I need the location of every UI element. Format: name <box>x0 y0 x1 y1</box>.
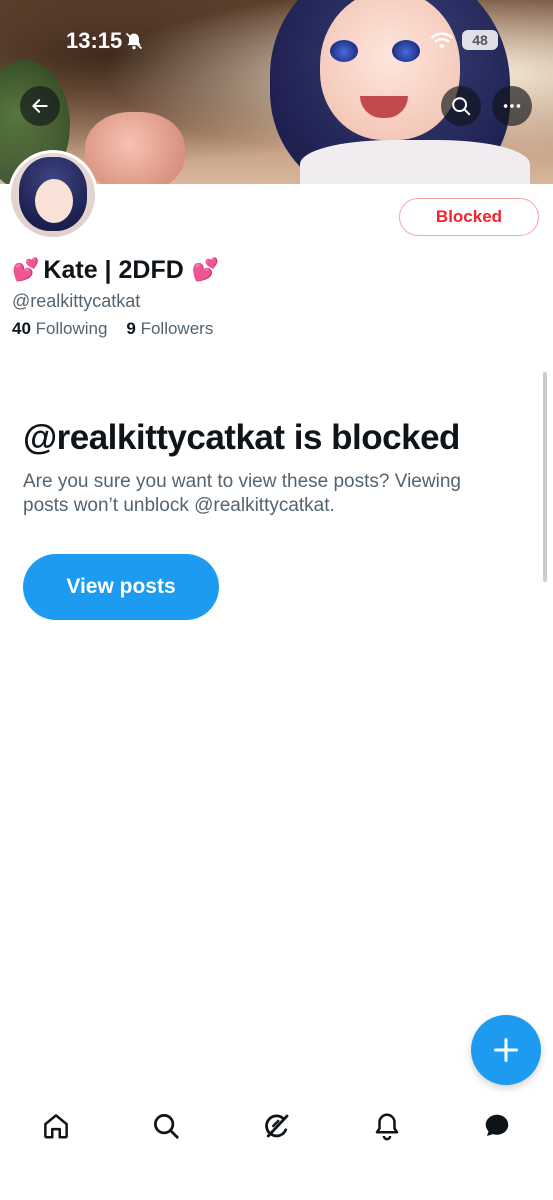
scrollbar[interactable] <box>543 372 547 582</box>
grok-icon[interactable] <box>262 1111 292 1141</box>
following-link[interactable]: 40 Following <box>12 319 107 338</box>
search-icon[interactable] <box>151 1111 181 1141</box>
status-bar: 13:15 48 <box>0 22 553 58</box>
home-icon[interactable] <box>41 1111 71 1141</box>
profile-handle: @realkittycatkat <box>12 291 141 311</box>
heart-emoji-left: 💕 <box>12 257 40 282</box>
battery-indicator: 48 <box>462 30 498 50</box>
blocked-title: @realkittycatkat is blocked <box>23 418 460 457</box>
plus-icon <box>493 1037 519 1063</box>
back-arrow-icon <box>32 99 48 113</box>
avatar[interactable] <box>8 150 98 240</box>
notifications-icon[interactable] <box>372 1111 402 1141</box>
following-label: Following <box>35 319 108 338</box>
followers-count: 9 <box>126 319 136 338</box>
followers-label: Followers <box>140 319 214 338</box>
following-count: 40 <box>12 319 31 338</box>
blocked-description: Are you sure you want to view these post… <box>23 471 461 516</box>
messages-icon[interactable] <box>482 1111 512 1141</box>
compose-post-button[interactable] <box>471 1015 541 1085</box>
heart-emoji-right: 💕 <box>191 257 220 282</box>
search-button[interactable] <box>441 86 481 126</box>
notifications-muted-icon <box>125 32 143 50</box>
followers-link[interactable]: 9 Followers <box>126 319 213 338</box>
blocked-button[interactable]: Blocked <box>399 198 539 236</box>
more-options-button[interactable] <box>492 86 532 126</box>
bottom-nav <box>0 1095 553 1161</box>
back-button[interactable] <box>20 86 60 126</box>
follow-stats: 40 Following 9 Followers <box>12 319 213 339</box>
wifi-icon <box>430 32 454 49</box>
view-posts-button[interactable]: View posts <box>23 554 219 620</box>
profile-name-row: 💕 Kate | 2DFD 💕 <box>12 254 219 286</box>
search-icon <box>452 97 471 116</box>
more-icon <box>503 104 521 108</box>
display-name: Kate | 2DFD <box>43 255 184 284</box>
status-time: 13:15 <box>66 28 123 53</box>
